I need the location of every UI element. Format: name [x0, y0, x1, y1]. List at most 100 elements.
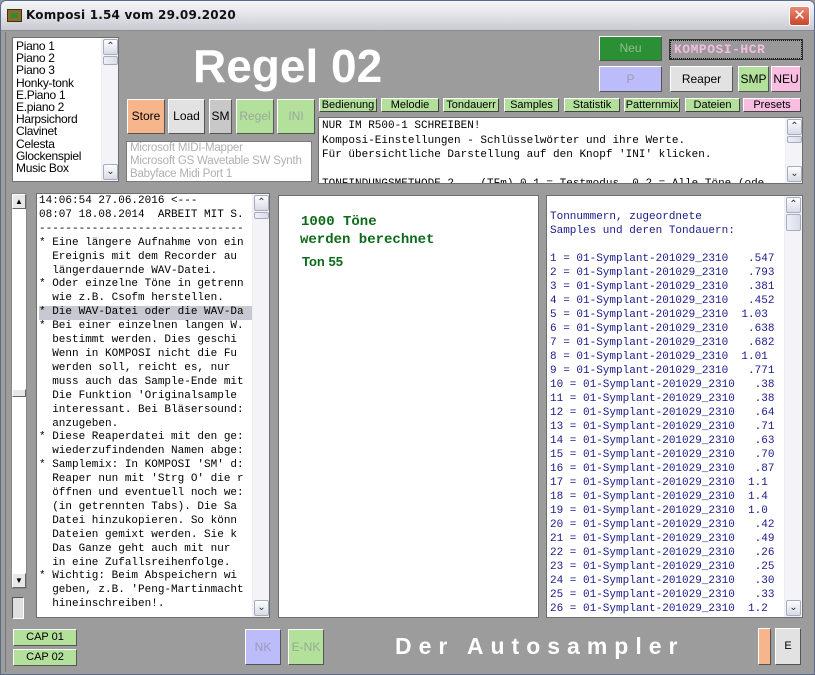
scroll-down-icon[interactable]: ⌄ — [103, 164, 118, 180]
samples-rows: 1 = 01-Symplant-201029_2310 .547 2 = 01-S… — [550, 252, 774, 616]
log-scrollbar[interactable]: ⌃ ⌄ — [252, 194, 269, 617]
load-button[interactable]: Load — [168, 99, 205, 134]
scroll-thumb[interactable] — [786, 214, 801, 231]
sample-row: 22 = 01-Symplant-201029_2310 .26 — [550, 547, 775, 559]
log-line: längerdauernde WAV-Datei. — [39, 264, 218, 277]
log-line: Die Funktion 'Originalsample — [39, 389, 238, 402]
progress-total: 1000 Töne — [301, 214, 377, 230]
sample-row: 19 = 01-Symplant-201029_2310 1.0 — [550, 505, 768, 517]
log-line: * Samplemix: In KOMPOSI 'SM' d: — [39, 459, 244, 472]
log-line: * Bei einer einzelnen langen W. — [39, 320, 244, 333]
log-line: * Wichtig: Beim Abspeichern wi — [39, 570, 238, 583]
log-line: in eine Zufallsreihenfolge. — [39, 556, 231, 569]
scroll-up-icon[interactable]: ⌃ — [254, 195, 269, 211]
sample-row: 2 = 01-Symplant-201029_2310 .793 — [550, 267, 775, 279]
log-line: interessant. Bei Bläsersound: — [39, 403, 244, 416]
cap02-button[interactable]: CAP 02 — [13, 649, 77, 666]
tab-samples[interactable]: Samples — [504, 98, 559, 112]
tab-dateien[interactable]: Dateien — [685, 98, 740, 112]
close-button[interactable]: ✕ — [789, 6, 810, 26]
sample-row: 17 = 01-Symplant-201029_2310 1.1 — [550, 477, 768, 489]
scroll-up-icon[interactable]: ⌃ — [103, 39, 118, 55]
sample-row: 23 = 01-Symplant-201029_2310 .25 — [550, 561, 775, 573]
neu-caps-button[interactable]: NEU — [771, 66, 801, 92]
scroll-thumb[interactable] — [12, 389, 26, 397]
sample-row: 4 = 01-Symplant-201029_2310 .452 — [550, 295, 775, 307]
scroll-thumb[interactable] — [103, 56, 118, 65]
sample-row: 24 = 01-Symplant-201029_2310 .30 — [550, 575, 775, 587]
instrument-list[interactable]: Piano 1 Piano 2 Piano 3 Honky-tonk E.Piano 1… — [12, 37, 119, 182]
p-button[interactable]: P — [599, 66, 662, 92]
scroll-up-icon[interactable]: ⌃ — [787, 119, 802, 135]
tab-statistik[interactable]: Statistik — [564, 98, 620, 112]
sample-row: 11 = 01-Symplant-201029_2310 .38 — [550, 393, 775, 405]
progress-current: Ton 55 — [302, 254, 343, 269]
log-line: hineinschreiben!. — [39, 598, 165, 611]
progress-status: werden berechnet — [300, 232, 435, 248]
app-window: Komposi 1.54 vom 29.09.2020 ✕ Piano 1 Pia… — [0, 0, 815, 675]
reaper-button[interactable]: Reaper — [670, 66, 733, 92]
scroll-thumb[interactable] — [254, 212, 269, 219]
ini-text: NUR IM R500-1 SCHREIBEN! Komposi-Einstell… — [319, 118, 802, 184]
log-line: Das Ganze geht auch mit nur — [39, 542, 231, 555]
log-line: wie z.B. Csofm herstellen. — [39, 292, 224, 305]
sm-button[interactable]: SM — [209, 99, 232, 134]
samples-textarea[interactable]: Tonnummern, zugeordnete Samples und dere… — [546, 195, 803, 618]
e-button[interactable]: E — [775, 628, 801, 665]
sample-row: 9 = 01-Symplant-201029_2310 .771 — [550, 365, 775, 377]
ini-button[interactable]: INI — [277, 99, 315, 134]
nk-button[interactable]: NK — [245, 629, 281, 665]
tab-presets[interactable]: Presets — [743, 98, 801, 112]
log-line: * Oder einzelne Töne in getrenn — [39, 278, 244, 291]
log-line: Wenn in KOMPOSI nicht die Fu — [39, 347, 238, 360]
ini-line: TONFINDUNGSMETHODE 2 (TFm) 0.1 = Testmod… — [322, 178, 765, 184]
midi-items: Microsoft MIDI-Mapper Microsoft GS Waveta… — [127, 142, 311, 181]
smp-button[interactable]: SMP — [738, 66, 769, 92]
scroll-down-icon[interactable]: ⌄ — [787, 166, 802, 182]
ini-line: Komposi-Einstellungen - Schlüsselwörter … — [322, 134, 686, 147]
regel-button[interactable]: Regel — [236, 99, 274, 134]
scroll-down-icon[interactable]: ▼ — [12, 573, 26, 588]
tab-melodie[interactable]: Melodie — [381, 98, 439, 112]
ini-textarea[interactable]: NUR IM R500-1 SCHREIBEN! Komposi-Einstell… — [318, 117, 803, 184]
scroll-up-icon[interactable]: ⌃ — [786, 197, 801, 213]
log-line: 14:06:54 27.06.2016 <--- — [39, 195, 198, 207]
cap01-button[interactable]: CAP 01 — [13, 629, 77, 646]
neu-button[interactable]: Neu — [599, 36, 662, 61]
sample-row: 14 = 01-Symplant-201029_2310 .63 — [550, 435, 775, 447]
sample-row: 26 = 01-Symplant-201029_2310 1.2 — [550, 603, 768, 615]
midi-device-list[interactable]: Microsoft MIDI-Mapper Microsoft GS Waveta… — [126, 141, 312, 182]
left-vertical-scrollbar[interactable]: ▲ ▼ — [11, 193, 27, 589]
orange-button[interactable] — [758, 628, 771, 665]
sample-row: 8 = 01-Symplant-201029_2310 1.01 — [550, 351, 768, 363]
ini-scrollbar[interactable]: ⌃ ⌄ — [785, 118, 802, 183]
komposi-hcr-label: KOMPOSI-HCR — [669, 39, 803, 60]
log-line: Reaper nun mit 'Strg O' die r — [39, 473, 244, 486]
log-line: Dateien gemixt werden. Sie k — [39, 528, 238, 541]
scroll-up-icon[interactable]: ▲ — [12, 194, 26, 209]
tab-bedienung[interactable]: Bedienung — [319, 98, 377, 112]
midi-device-item[interactable]: Microsoft MIDI-Mapper — [127, 142, 311, 155]
sample-row: 10 = 01-Symplant-201029_2310 .38 — [550, 379, 775, 391]
scroll-down-icon[interactable]: ⌄ — [786, 600, 801, 616]
midi-device-item[interactable]: Babyface Midi Port 1 — [127, 168, 311, 181]
tab-tondauerr[interactable]: Tondauerr — [443, 98, 499, 112]
sample-row: 12 = 01-Symplant-201029_2310 .64 — [550, 407, 775, 419]
log-line: * Eine längere Aufnahme von ein — [39, 236, 244, 249]
log-line: Datei hinzukopieren. So könn — [39, 514, 238, 527]
scroll-thumb[interactable] — [787, 136, 802, 143]
title-bar: Komposi 1.54 vom 29.09.2020 ✕ — [1, 1, 814, 31]
log-textarea[interactable]: 14:06:54 27.06.2016 <--- 08:07 18.08.2014… — [36, 193, 270, 618]
enk-button[interactable]: E-NK — [288, 629, 324, 665]
log-line: öffnen und eventuell noch we: — [39, 487, 244, 500]
store-button[interactable]: Store — [127, 99, 165, 134]
sample-row: 18 = 01-Symplant-201029_2310 1.4 — [550, 491, 768, 503]
ini-line — [322, 163, 802, 178]
midi-device-item[interactable]: Microsoft GS Wavetable SW Synth — [127, 155, 311, 168]
tab-patternmix[interactable]: Patternmix — [624, 98, 680, 112]
sample-row: 3 = 01-Symplant-201029_2310 .381 — [550, 281, 775, 293]
instrument-scrollbar[interactable]: ⌃ ⌄ — [101, 38, 118, 181]
rule-title: Regel 02 — [193, 40, 383, 92]
scroll-down-icon[interactable]: ⌄ — [254, 600, 269, 616]
samples-scrollbar[interactable]: ⌃ ⌄ — [784, 196, 802, 617]
